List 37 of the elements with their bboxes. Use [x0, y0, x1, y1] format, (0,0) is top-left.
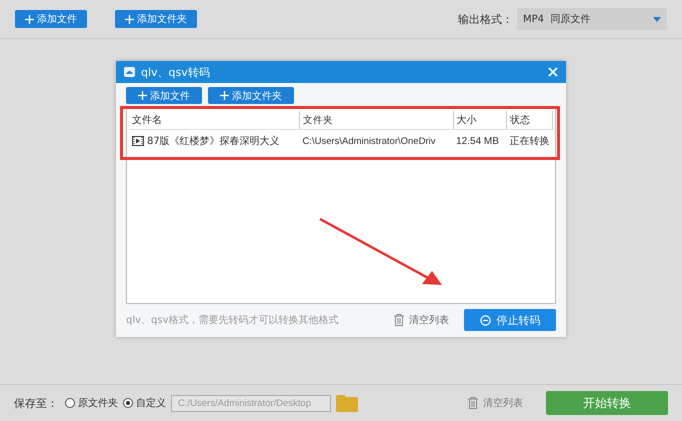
- output-format-dropdown[interactable]: MP4 同原文件: [517, 8, 667, 30]
- column-header: 大小: [453, 111, 506, 130]
- output-format-label: 输出格式：: [458, 12, 513, 26]
- save-to-label: 保存至：: [14, 396, 58, 410]
- radio-button[interactable]: [123, 398, 133, 408]
- radio-label: 自定义: [136, 396, 166, 410]
- column-header: 文件夹: [299, 111, 454, 130]
- video-file-icon: [132, 136, 144, 146]
- format-hint: qlv、qsv格式，需要先转码才可以转换其他格式: [126, 314, 339, 327]
- stop-button[interactable]: 停止转码: [464, 309, 556, 331]
- path-field[interactable]: C:/Users/Administrator/Desktop: [171, 394, 331, 412]
- column-header: 状态: [506, 111, 552, 130]
- add-button[interactable]: 添加文件夹: [208, 87, 294, 104]
- plus-icon: [138, 91, 147, 100]
- add-button[interactable]: 添加文件: [15, 10, 87, 28]
- radio-label: 原文件夹: [78, 396, 118, 410]
- start-button[interactable]: 开始转换: [546, 391, 668, 415]
- radio-button[interactable]: [65, 398, 75, 408]
- app-icon: [124, 67, 135, 77]
- add-button[interactable]: 添加文件: [126, 87, 202, 104]
- file-name: 87版《红楼梦》探春深明大义: [147, 134, 280, 148]
- clear-list-link[interactable]: 清空列表: [483, 396, 523, 410]
- add-button[interactable]: 添加文件夹: [115, 10, 197, 28]
- folder-path: C:\Users\Administrator\OneDriv: [299, 130, 454, 162]
- dialog-title: qlv、qsv转码: [141, 64, 210, 80]
- trash-icon[interactable]: [468, 397, 478, 409]
- file-status: 正在转换: [506, 130, 552, 162]
- trash-icon[interactable]: [394, 314, 404, 326]
- close-icon[interactable]: [548, 67, 558, 77]
- file-size: 12.54 MB: [453, 130, 506, 162]
- plus-icon: [25, 14, 34, 24]
- column-header: 文件名: [129, 111, 300, 130]
- clear-list-link[interactable]: 清空列表: [409, 313, 449, 327]
- minus-circle-icon: [480, 314, 490, 326]
- plus-icon: [220, 91, 229, 100]
- caret-icon: [653, 16, 661, 22]
- plus-icon: [125, 14, 134, 24]
